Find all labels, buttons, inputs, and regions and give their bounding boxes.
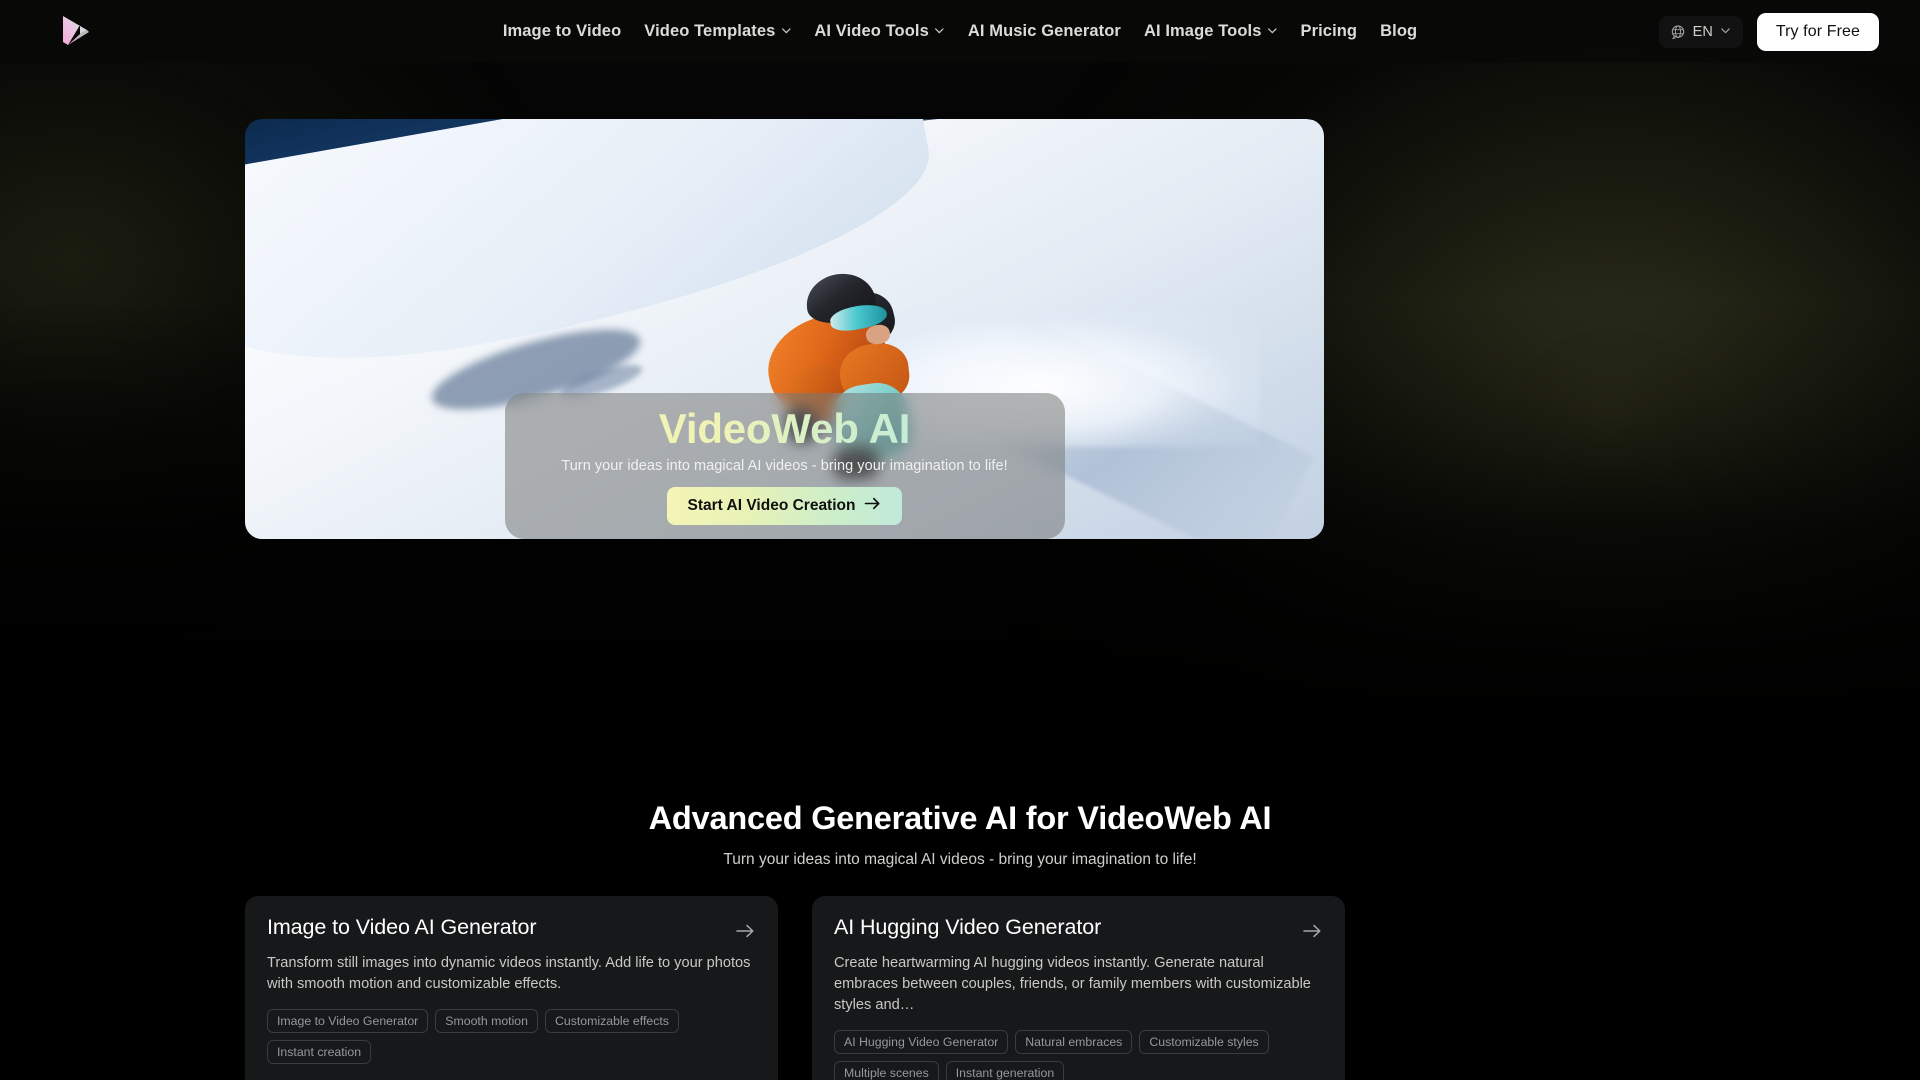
- arrow-right-icon[interactable]: [1301, 920, 1323, 942]
- tag[interactable]: AI Hugging Video Generator: [834, 1030, 1009, 1054]
- chevron-down-icon: [934, 25, 945, 36]
- arrow-right-icon[interactable]: [734, 920, 756, 942]
- tag[interactable]: Multiple scenes: [834, 1061, 939, 1080]
- tag[interactable]: Customizable styles: [1139, 1030, 1269, 1054]
- start-ai-video-creation-button[interactable]: Start AI Video Creation: [666, 487, 903, 526]
- tag[interactable]: Smooth motion: [435, 1009, 538, 1033]
- feature-card-list: Image to Video AI Generator Transform st…: [245, 896, 1345, 1080]
- card-description: Create heartwarming AI hugging videos in…: [834, 955, 1311, 1013]
- nav-item-ai-music-generator[interactable]: AI Music Generator: [968, 22, 1121, 41]
- hero-media-banner[interactable]: VideoWeb AI Turn your ideas into magical…: [245, 119, 1324, 539]
- nav-label: Blog: [1380, 22, 1418, 40]
- nav-item-video-templates[interactable]: Video Templates: [644, 22, 791, 41]
- chevron-down-icon: [1720, 25, 1731, 36]
- nav-item-pricing[interactable]: Pricing: [1300, 22, 1357, 41]
- card-tag-list: AI Hugging Video Generator Natural embra…: [834, 1030, 1323, 1080]
- card-tag-list: Image to Video Generator Smooth motion C…: [267, 1009, 756, 1064]
- feature-card-image-to-video[interactable]: Image to Video AI Generator Transform st…: [245, 896, 778, 1080]
- card-header: Image to Video AI Generator: [267, 915, 756, 942]
- nav-label: Pricing: [1300, 22, 1358, 40]
- hero-subtitle: Turn your ideas into magical AI videos -…: [561, 458, 1008, 475]
- nav-item-ai-image-tools[interactable]: AI Image Tools: [1144, 22, 1278, 41]
- card-title: AI Hugging Video Generator: [834, 915, 1102, 939]
- card-header: AI Hugging Video Generator: [834, 915, 1323, 942]
- play-triangle-logo-icon: [63, 16, 89, 45]
- feature-card-ai-hugging-video[interactable]: AI Hugging Video Generator Create heartw…: [812, 896, 1345, 1080]
- arrow-right-icon: [864, 496, 881, 516]
- globe-icon-svg: [1671, 24, 1684, 39]
- nav-label: AI Image Tools: [1143, 22, 1262, 40]
- tag[interactable]: Natural embraces: [1015, 1030, 1133, 1054]
- card-description: Transform still images into dynamic vide…: [267, 955, 751, 992]
- nav-label: AI Video Tools: [814, 22, 929, 40]
- language-selector[interactable]: EN: [1658, 15, 1743, 48]
- nav-label: Image to Video: [502, 22, 622, 40]
- hero-cta-label: Start AI Video Creation: [687, 497, 856, 515]
- navbar-right-actions: EN Try for Free: [1658, 12, 1879, 51]
- chevron-down-icon: [780, 25, 791, 36]
- hero-overlay-card: VideoWeb AI Turn your ideas into magical…: [504, 393, 1065, 539]
- card-title: Image to Video AI Generator: [267, 915, 537, 939]
- try-for-free-button[interactable]: Try for Free: [1756, 12, 1879, 51]
- tag[interactable]: Instant generation: [945, 1061, 1065, 1080]
- nav-label: Video Templates: [644, 22, 776, 40]
- globe-icon: [1670, 24, 1686, 40]
- tag[interactable]: Image to Video Generator: [267, 1009, 429, 1033]
- nav-item-image-to-video[interactable]: Image to Video: [503, 22, 621, 41]
- page-root: Image to Video Video Templates AI Video …: [0, 0, 1920, 1080]
- section-title: Advanced Generative AI for VideoWeb AI: [648, 800, 1272, 836]
- section-subtitle: Turn your ideas into magical AI videos -…: [723, 851, 1197, 868]
- features-section: Advanced Generative AI for VideoWeb AI T…: [0, 800, 1920, 1080]
- nav-item-blog[interactable]: Blog: [1380, 22, 1417, 41]
- nav-label: AI Music Generator: [967, 22, 1121, 40]
- chevron-down-icon: [1266, 25, 1277, 36]
- nav-item-ai-video-tools[interactable]: AI Video Tools: [814, 22, 944, 41]
- language-label: EN: [1692, 23, 1713, 40]
- hero-title: VideoWeb AI: [659, 403, 911, 454]
- tag[interactable]: Instant creation: [267, 1040, 372, 1064]
- site-logo[interactable]: [53, 9, 99, 55]
- top-navigation-bar: Image to Video Video Templates AI Video …: [0, 0, 1920, 63]
- tag[interactable]: Customizable effects: [545, 1009, 679, 1033]
- primary-navigation: Image to Video Video Templates AI Video …: [503, 22, 1417, 41]
